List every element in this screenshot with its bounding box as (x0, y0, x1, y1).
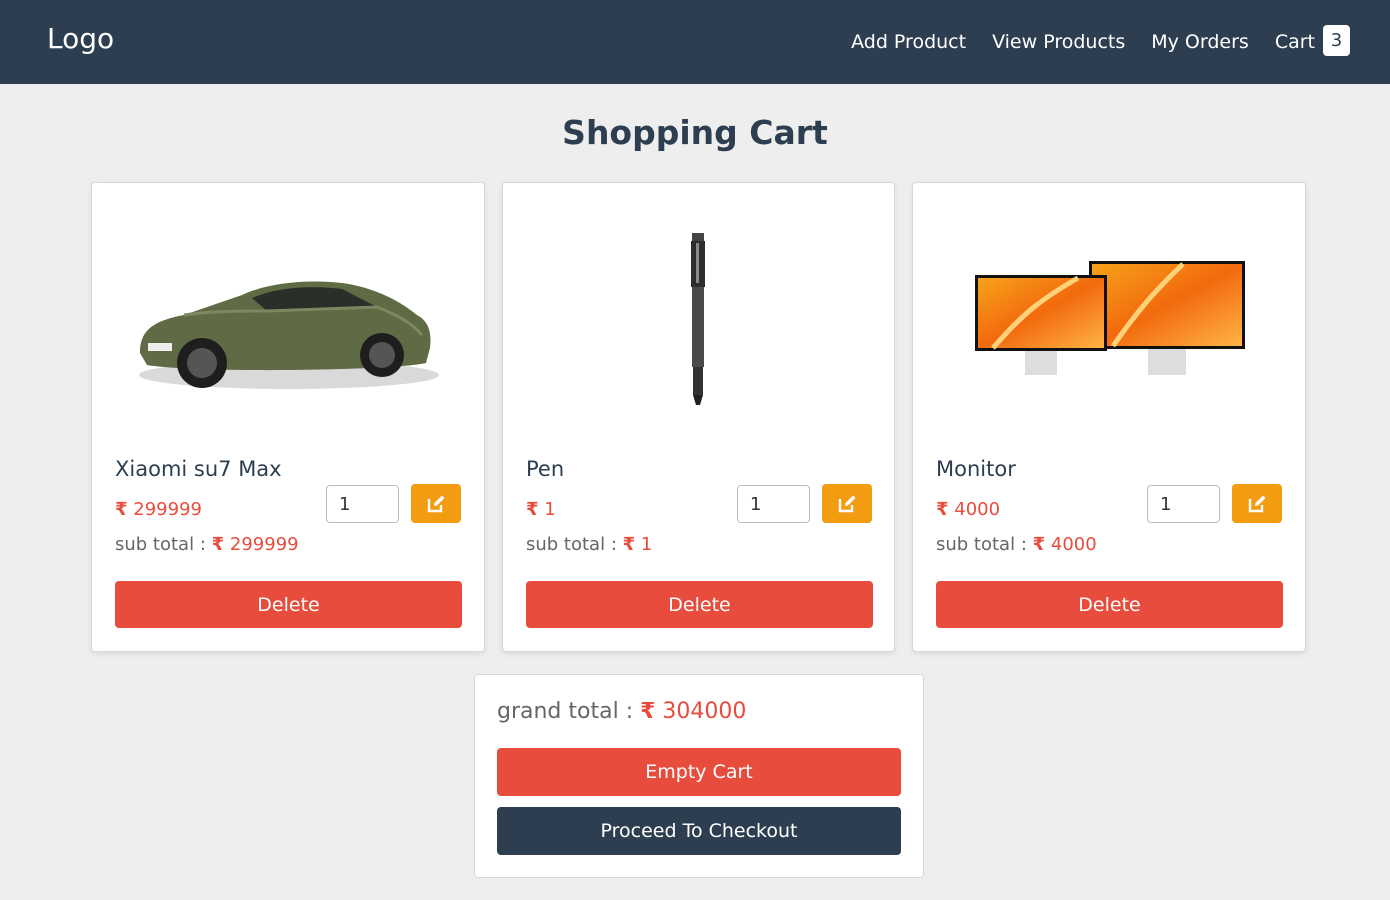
price-value: 299999 (133, 499, 202, 520)
delete-button[interactable]: Delete (115, 581, 462, 628)
cart-item-card: Pen ₹ 1 sub total : ₹ 1 Delete (502, 182, 895, 652)
grand-total-value: 304000 (662, 699, 747, 724)
price-value: 4000 (954, 499, 1001, 520)
car-image (92, 203, 484, 453)
rupee-icon: ₹ (622, 534, 636, 555)
subtotal-label: sub total : (115, 534, 206, 555)
rupee-icon: ₹ (640, 699, 656, 724)
rupee-icon: ₹ (1032, 534, 1046, 555)
quantity-input[interactable] (326, 485, 399, 523)
edit-quantity-button[interactable] (822, 484, 872, 523)
checkout-button[interactable]: Proceed To Checkout (497, 807, 901, 855)
subtotal-value: 1 (640, 534, 653, 555)
edit-quantity-button[interactable] (411, 484, 461, 523)
monitor-image (913, 203, 1305, 453)
edit-icon (1248, 495, 1266, 512)
nav-cart[interactable]: Cart 3 (1274, 24, 1350, 58)
cart-summary: grand total : ₹ 304000 Empty Cart Procee… (474, 674, 924, 878)
nav-add-product[interactable]: Add Product (851, 31, 966, 53)
logo[interactable]: Logo (47, 22, 114, 55)
subtotal: sub total : ₹ 1 (526, 534, 652, 555)
price-value: 1 (544, 499, 556, 520)
nav-links: Add Product View Products My Orders Cart… (825, 0, 1350, 84)
nav-my-orders[interactable]: My Orders (1151, 31, 1249, 53)
subtotal: sub total : ₹ 4000 (936, 534, 1097, 555)
edit-icon (838, 495, 856, 512)
rupee-icon: ₹ (115, 499, 128, 520)
cart-item-card: Xiaomi su7 Max ₹ 299999 sub total : ₹ 29… (91, 182, 485, 652)
product-name: Xiaomi su7 Max (115, 457, 282, 481)
pen-image (503, 203, 894, 453)
product-price: ₹ 4000 (936, 499, 1000, 520)
subtotal-value: 299999 (229, 534, 299, 555)
quantity-input[interactable] (1147, 485, 1220, 523)
nav-view-products[interactable]: View Products (992, 31, 1125, 53)
delete-button[interactable]: Delete (936, 581, 1283, 628)
rupee-icon: ₹ (936, 499, 949, 520)
product-name: Monitor (936, 457, 1016, 481)
page-title: Shopping Cart (562, 113, 828, 152)
subtotal-label: sub total : (936, 534, 1027, 555)
empty-cart-button[interactable]: Empty Cart (497, 748, 901, 796)
nav-cart-label: Cart (1274, 30, 1315, 53)
product-price: ₹ 299999 (115, 499, 202, 520)
navbar: Logo Add Product View Products My Orders… (0, 0, 1390, 84)
rupee-icon: ₹ (526, 499, 539, 520)
grand-total-label: grand total : (497, 699, 634, 724)
subtotal-value: 4000 (1050, 534, 1097, 555)
subtotal: sub total : ₹ 299999 (115, 534, 299, 555)
cart-count-badge: 3 (1323, 24, 1350, 56)
product-name: Pen (526, 457, 565, 481)
rupee-icon: ₹ (211, 534, 225, 555)
product-price: ₹ 1 (526, 499, 556, 520)
quantity-input[interactable] (737, 485, 810, 523)
cart-item-card: Monitor ₹ 4000 sub total : ₹ 4000 Delete (912, 182, 1306, 652)
delete-button[interactable]: Delete (526, 581, 873, 628)
grand-total: grand total : ₹ 304000 (497, 699, 746, 724)
subtotal-label: sub total : (526, 534, 617, 555)
edit-icon (427, 495, 445, 512)
edit-quantity-button[interactable] (1232, 484, 1282, 523)
